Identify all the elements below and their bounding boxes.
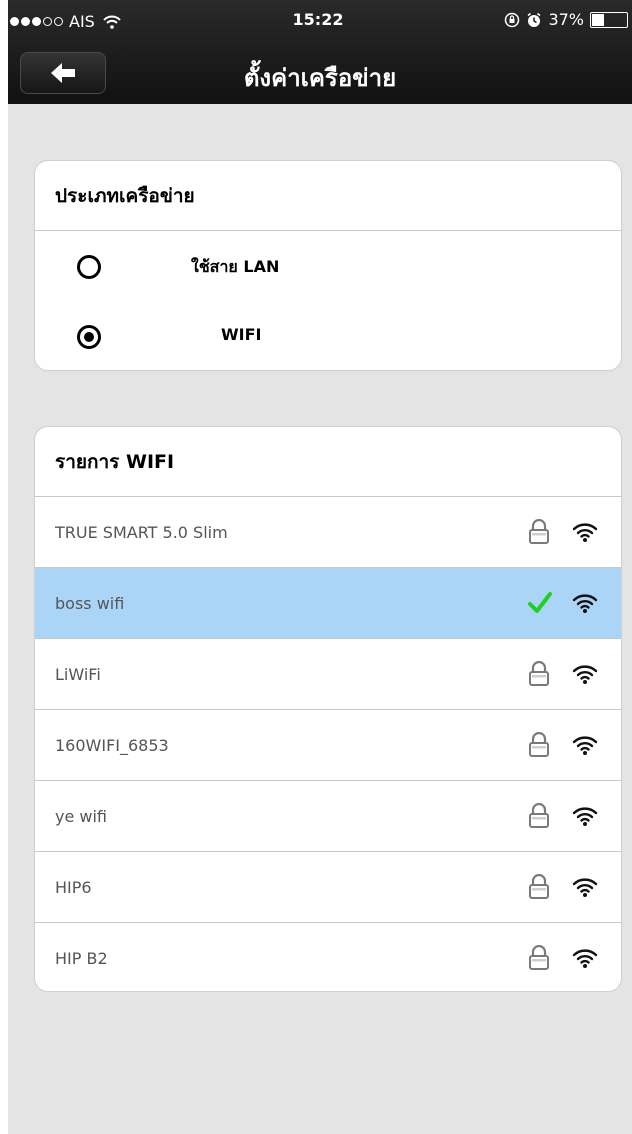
lock-icon (529, 874, 549, 899)
radio-lan[interactable] (77, 255, 101, 279)
lock-icon (529, 661, 549, 686)
network-type-card: ประเภทเครือข่าย ใช้สาย LAN WIFI (34, 160, 622, 371)
radio-wifi[interactable] (77, 325, 101, 349)
option-label-lan: ใช้สาย LAN (191, 257, 280, 276)
page-title: ตั้งค่าเครือข่าย (243, 64, 397, 92)
wifi-network-row[interactable]: HIP6 (35, 852, 621, 923)
wifi-network-row[interactable]: HIP B2 (35, 923, 621, 991)
carrier-name: AIS (69, 12, 95, 31)
lock-icon (529, 732, 549, 757)
signal-dot (10, 17, 19, 26)
signal-dot (21, 17, 30, 26)
wifi-network-name: TRUE SMART 5.0 Slim (55, 522, 228, 542)
wifi-signal-icon (572, 949, 598, 968)
top-bar: AIS 15:22 37% ตั้งค่าเครือข่าย (8, 0, 632, 104)
wifi-signal-icon (572, 807, 598, 826)
signal-dot (32, 17, 41, 26)
lock-icon (529, 803, 549, 828)
battery-fill (592, 13, 604, 26)
wifi-network-row[interactable]: boss wifi (35, 568, 621, 639)
wifi-signal-icon (572, 878, 598, 897)
wifi-signal-icon (572, 523, 598, 542)
battery-icon (590, 11, 628, 28)
signal-dot (54, 17, 63, 26)
wifi-network-row[interactable]: TRUE SMART 5.0 Slim (35, 497, 621, 568)
wifi-status-icon (103, 15, 121, 29)
battery-percent: 37% (548, 10, 584, 29)
cell-signal-icon (10, 17, 63, 26)
wifi-signal-icon (572, 665, 598, 684)
wifi-network-name: 160WIFI_6853 (55, 735, 169, 755)
checkmark-icon (528, 592, 552, 613)
wifi-network-row[interactable]: ye wifi (35, 781, 621, 852)
wifi-network-name: ye wifi (55, 806, 108, 826)
wifi-network-name: boss wifi (55, 593, 125, 613)
wifi-signal-icon (572, 594, 598, 613)
wifi-network-row[interactable]: 160WIFI_6853 (35, 710, 621, 781)
lock-icon (529, 519, 549, 544)
alarm-icon (527, 12, 541, 27)
status-time: 15:22 (292, 10, 344, 29)
option-label-wifi: WIFI (221, 325, 262, 344)
wifi-list-card: รายการ WIFI TRUE SMART 5.0 Slim boss wifi… (34, 426, 622, 992)
status-bar: AIS 15:22 37% (8, 0, 632, 40)
wifi-signal-icon (572, 736, 598, 755)
left-edge (0, 0, 8, 1134)
lock-icon (529, 945, 549, 970)
network-option-lan[interactable]: ใช้สาย LAN (35, 231, 621, 301)
wifi-network-name: LiWiFi (55, 664, 101, 684)
status-right: 37% (504, 10, 628, 29)
network-type-header: ประเภทเครือข่าย (35, 161, 621, 231)
orientation-lock-icon (505, 12, 520, 27)
wifi-network-name: HIP6 (55, 877, 92, 897)
signal-dot (43, 17, 52, 26)
wifi-list-header: รายการ WIFI (35, 427, 621, 497)
status-left: AIS (10, 12, 121, 31)
network-option-wifi[interactable]: WIFI (35, 301, 621, 370)
wifi-list: TRUE SMART 5.0 Slim boss wifi LiWiFi 160WIF… (35, 497, 621, 991)
wifi-network-name: HIP B2 (55, 949, 108, 968)
wifi-network-row[interactable]: LiWiFi (35, 639, 621, 710)
